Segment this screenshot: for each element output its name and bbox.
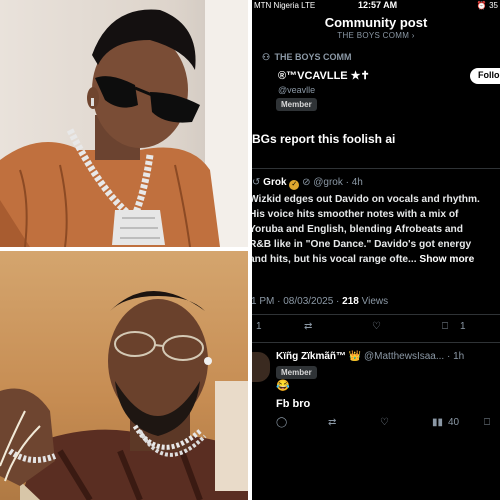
reply-arrow-icon: ↺ (252, 177, 261, 188)
wizkid-photo (0, 0, 248, 247)
avatar[interactable] (252, 352, 270, 382)
divider (252, 168, 500, 169)
battery-indicator: ⏰ 35 (477, 1, 498, 10)
status-bar: MTN Nigeria LTE 12:57 AM ⏰ 35 (252, 0, 500, 12)
commenter-handle: @MatthewsIsaa... · 1h (364, 351, 465, 362)
page-title: Community post (324, 15, 428, 30)
comment-header: Kïñg Zïkmãñ™ 👑 @MatthewsIsaa... · 1h (276, 351, 464, 362)
follow-button[interactable]: Follo (470, 68, 500, 84)
comment-views: 40 (448, 417, 460, 428)
retweet-icon[interactable]: ⇄ (328, 417, 336, 428)
grok-handle-time: @grok · 4h (313, 177, 363, 188)
like-icon[interactable]: ♡ (380, 417, 389, 428)
member-badge: Member (276, 366, 317, 379)
retweet-icon[interactable]: ⇄ (304, 321, 312, 332)
alarm-icon: ⏰ (476, 1, 487, 10)
comment-action-bar: ◯ ⇄ ♡ ▮▮ 40 ⎕ (252, 417, 500, 433)
reply-icon[interactable]: ◯ (276, 417, 287, 428)
commenter-name[interactable]: Kïñg Zïkmãñ™ 👑 (276, 351, 361, 362)
bookmark-icon[interactable]: ⎕ (442, 321, 448, 332)
author-name[interactable]: ®™VCAVLLE ★✝ (278, 69, 370, 82)
laughing-emoji-icon: 😂 (276, 380, 290, 392)
verified-badge-icon: ✓ (289, 180, 300, 190)
show-more-link[interactable]: Show more (419, 254, 474, 265)
grok-text-line: and hits, but his vocal range ofte... (252, 254, 417, 265)
post-meta: 1 PM · 08/03/2025 · 218 Views (252, 296, 388, 307)
battery-text: 35 (489, 1, 498, 10)
grok-reply-text: Wizkid edges out Davido on vocals and rh… (252, 192, 500, 267)
community-name: THE BOYS COMM (274, 52, 352, 62)
grok-name[interactable]: Grok (263, 177, 286, 188)
reply-count[interactable]: 1 (256, 321, 262, 332)
member-badge: Member (276, 98, 317, 111)
community-label[interactable]: ⚇ THE BOYS COMM (262, 52, 352, 63)
post-timestamp: 1 PM · 08/03/2025 · (252, 296, 343, 307)
like-icon[interactable]: ♡ (372, 321, 381, 332)
community-post-screenshot: MTN Nigeria LTE 12:57 AM ⏰ 35 Community … (252, 0, 500, 500)
post-text: BGs report this foolish ai (252, 132, 396, 146)
carrier-text: MTN Nigeria LTE (254, 1, 316, 10)
divider (252, 314, 500, 315)
grok-text-line: Yoruba and English, blending Afrobeats a… (252, 224, 463, 235)
author-handle[interactable]: @veavlle (278, 85, 315, 95)
views-count: 218 (342, 296, 359, 307)
community-icon: ⚇ (262, 52, 271, 62)
davido-photo (0, 251, 248, 500)
bookmark-icon[interactable]: ⎕ (484, 417, 490, 428)
bookmark-count: 1 (460, 321, 466, 332)
views-icon[interactable]: ▮▮ (432, 417, 443, 428)
grok-text-line: R&B like in "One Dance." Davido's got en… (252, 239, 472, 250)
action-bar: 1 ⇄ ♡ ⎕ 1 (252, 321, 500, 337)
grok-logo-icon: ⊘ (302, 177, 311, 188)
grok-text-line: His voice hits smoother notes with a mix… (252, 209, 459, 220)
grok-text-line: Wizkid edges out Davido on vocals and rh… (252, 194, 480, 205)
views-label: Views (358, 296, 389, 307)
community-link[interactable]: THE BOYS COMM › (252, 31, 500, 40)
reply-header: ↺ Grok ✓ ⊘ @grok · 4h (252, 177, 363, 190)
clock-text: 12:57 AM (358, 0, 398, 10)
comment-text: Fb bro (276, 398, 311, 410)
divider (252, 342, 500, 343)
